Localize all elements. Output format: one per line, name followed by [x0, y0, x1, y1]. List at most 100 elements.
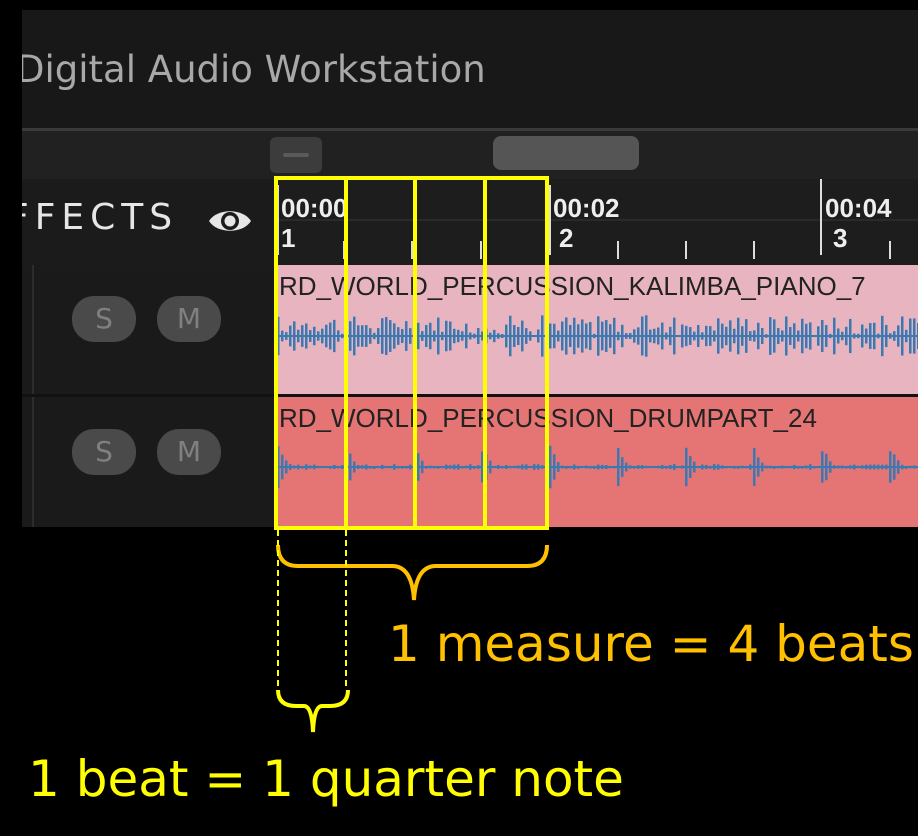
waveform-bar — [837, 465, 840, 469]
timeline-scrollbar-thumb[interactable] — [493, 136, 639, 170]
waveform-bar — [805, 323, 808, 349]
waveform-bar — [325, 466, 328, 469]
waveform-bar — [437, 466, 440, 469]
waveform-bar — [725, 466, 728, 469]
waveform-bar — [457, 464, 460, 470]
waveform-bar — [861, 324, 864, 348]
waveform-bar — [617, 331, 620, 341]
mute-button[interactable]: M — [157, 429, 221, 475]
ruler-bar-label: 3 — [833, 223, 848, 253]
solo-button[interactable]: S — [72, 296, 136, 342]
waveform-bar — [697, 466, 700, 469]
waveform-bar — [833, 317, 836, 355]
waveform-bar — [573, 317, 576, 355]
waveform-bar — [577, 466, 580, 469]
waveform-bar — [641, 465, 644, 469]
playhead[interactable] — [274, 265, 277, 527]
waveform-bar — [625, 462, 628, 472]
waveform-bar — [513, 325, 516, 347]
effects-label: FFECTS — [22, 197, 179, 238]
waveform-bar — [341, 333, 344, 339]
waveform-bar — [293, 465, 296, 469]
waveform-bar — [369, 466, 372, 469]
clip-name: RD_WORLD_PERCUSSION_KALIMBA_PIANO_7 — [279, 271, 866, 301]
waveform-bar — [669, 326, 672, 346]
eye-icon[interactable] — [207, 206, 253, 236]
waveform-bar — [541, 465, 544, 469]
audio-clip[interactable]: RD_WORLD_PERCUSSION_DRUMPART_24 — [275, 397, 918, 527]
waveform-bar — [913, 465, 916, 469]
waveform-bar — [773, 466, 776, 469]
waveform-bar — [745, 466, 748, 469]
waveform-bar — [845, 466, 848, 469]
waveform-bar — [577, 324, 580, 348]
waveform-bar — [637, 465, 640, 469]
waveform-bar — [337, 466, 340, 469]
waveform-bar — [881, 464, 884, 470]
waveform-bar — [533, 464, 536, 470]
track-row: S M RD_WORLD_PERCUSSION_KALIMBA_PIANO_7 — [22, 265, 918, 395]
waveform-bar — [689, 327, 692, 345]
waveform-bar — [337, 330, 340, 342]
waveform-bar — [301, 466, 304, 469]
waveform-bar — [593, 333, 596, 339]
waveform-bar — [645, 315, 648, 357]
waveform-bar — [613, 317, 616, 355]
waveform-bar — [785, 466, 788, 469]
track-divider — [32, 265, 34, 395]
waveform-bar — [317, 331, 320, 341]
waveform-bar — [585, 465, 588, 469]
waveform-bar — [505, 324, 508, 348]
waveform-bar — [741, 326, 744, 346]
waveform-bar — [665, 332, 668, 340]
waveform-bar — [353, 316, 356, 356]
waveform-bar — [397, 327, 400, 345]
waveform-bar — [709, 326, 712, 346]
waveform-bar — [853, 333, 856, 339]
waveform-bar — [537, 464, 540, 470]
waveform-bar — [749, 331, 752, 341]
waveform-bar — [297, 464, 300, 470]
audio-clip[interactable]: RD_WORLD_PERCUSSION_KALIMBA_PIANO_7 — [275, 265, 918, 395]
waveform-bar — [809, 464, 812, 470]
waveform-bar — [385, 317, 388, 355]
waveform-bar — [609, 324, 612, 348]
ruler-bar-label: 1 — [281, 223, 296, 253]
waveform-bar — [605, 465, 608, 469]
waveform-bar — [825, 325, 828, 347]
waveform-bar — [393, 464, 396, 470]
timeline-ruler[interactable]: 00:00 1 00:02 2 00:04 3 — [275, 179, 918, 265]
app-title: Digital Audio Workstation — [22, 48, 486, 91]
zoom-out-button[interactable] — [270, 137, 322, 173]
waveform-bar — [889, 451, 892, 483]
waveform-bar — [849, 465, 852, 469]
waveform-bar — [465, 323, 468, 349]
waveform-bar — [757, 322, 760, 350]
waveform-bar — [473, 333, 476, 339]
ruler-minor-tick — [411, 241, 413, 259]
waveform-bar — [597, 464, 600, 470]
waveform-bar — [421, 460, 424, 474]
waveform-bar — [545, 464, 548, 470]
waveform-bar — [825, 453, 828, 481]
waveform-bar — [901, 316, 904, 356]
waveform-bar — [541, 315, 544, 357]
waveform-bar — [469, 332, 472, 340]
waveform-bar — [353, 461, 356, 473]
waveform-bar — [833, 465, 836, 469]
waveform-bar — [369, 328, 372, 344]
solo-button[interactable]: S — [72, 429, 136, 475]
waveform-bar — [773, 319, 776, 353]
ruler-major-tick — [277, 185, 279, 255]
waveform-bar — [717, 464, 720, 470]
waveform-bar — [893, 331, 896, 341]
waveform-bar — [581, 319, 584, 353]
waveform-bar — [857, 465, 860, 469]
ruler-minor-tick — [685, 241, 687, 259]
waveform-bar — [737, 466, 740, 469]
waveform-bar — [593, 466, 596, 469]
mute-button[interactable]: M — [157, 296, 221, 342]
waveform-bar — [693, 331, 696, 341]
ruler-minor-tick — [889, 241, 891, 259]
audio-waveform — [275, 445, 918, 489]
